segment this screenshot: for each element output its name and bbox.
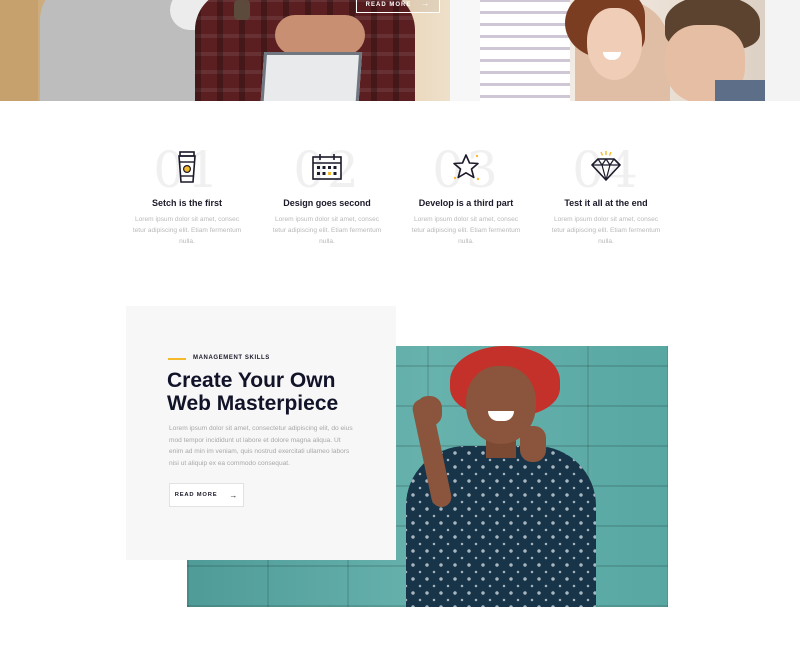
smiling-woman-figure — [400, 346, 600, 607]
step-title: Develop is a third part — [418, 198, 514, 208]
step-text: Lorem ipsum dolor sit amet, consec tetur… — [551, 216, 661, 245]
arrow-right-icon: → — [421, 0, 431, 8]
hero-person-5 — [655, 0, 795, 101]
step-text: Lorem ipsum dolor sit amet, consec tetur… — [132, 216, 242, 245]
coffee-cup-icon — [172, 150, 202, 184]
step-text: Lorem ipsum dolor sit amet, consec tetur… — [272, 216, 382, 245]
step-2: 02 Design goes second Lorem ipsum dolor … — [262, 140, 392, 247]
step-title: Setch is the first — [151, 198, 223, 208]
step-title: Test it all at the end — [564, 198, 648, 208]
feature-body: Lorem ipsum dolor sit amet, consectetur … — [169, 425, 353, 467]
hero-laptop — [259, 52, 363, 101]
feature-card: MANAGEMENT SKILLS Create Your Own Web Ma… — [126, 306, 396, 560]
step-1: 01 Setch is the first Lorem ipsum dolor … — [122, 140, 252, 247]
step-title: Design goes second — [283, 198, 371, 208]
hero-photo-left — [0, 0, 38, 101]
star-icon — [451, 150, 481, 184]
hero-read-more-button[interactable]: READ MORE → — [356, 0, 440, 13]
calendar-icon — [312, 150, 342, 184]
step-4: 04 Test it all at the end Lorem ipsum do… — [541, 140, 671, 247]
hero-read-more-label: READ MORE — [365, 2, 412, 8]
arrow-right-icon: → — [229, 490, 239, 500]
hero-watch — [234, 0, 250, 20]
feature-kicker: MANAGEMENT SKILLS — [193, 355, 270, 361]
feature-heading: Create Your Own Web Masterpiece — [167, 369, 339, 415]
hero-person-3 — [450, 0, 570, 101]
hero-image: READ MORE → — [0, 0, 800, 101]
feature-read-more-label: READ MORE — [174, 492, 218, 498]
feature-read-more-button[interactable]: READ MORE → — [169, 483, 244, 507]
accent-line — [168, 358, 186, 360]
step-text: Lorem ipsum dolor sit amet, consec tetur… — [411, 216, 521, 245]
hero-hands — [275, 15, 365, 55]
diamond-icon — [591, 150, 621, 184]
hero-photo-right — [765, 0, 800, 101]
step-3: 03 Develop is a third part Lorem ipsum d… — [401, 140, 531, 247]
